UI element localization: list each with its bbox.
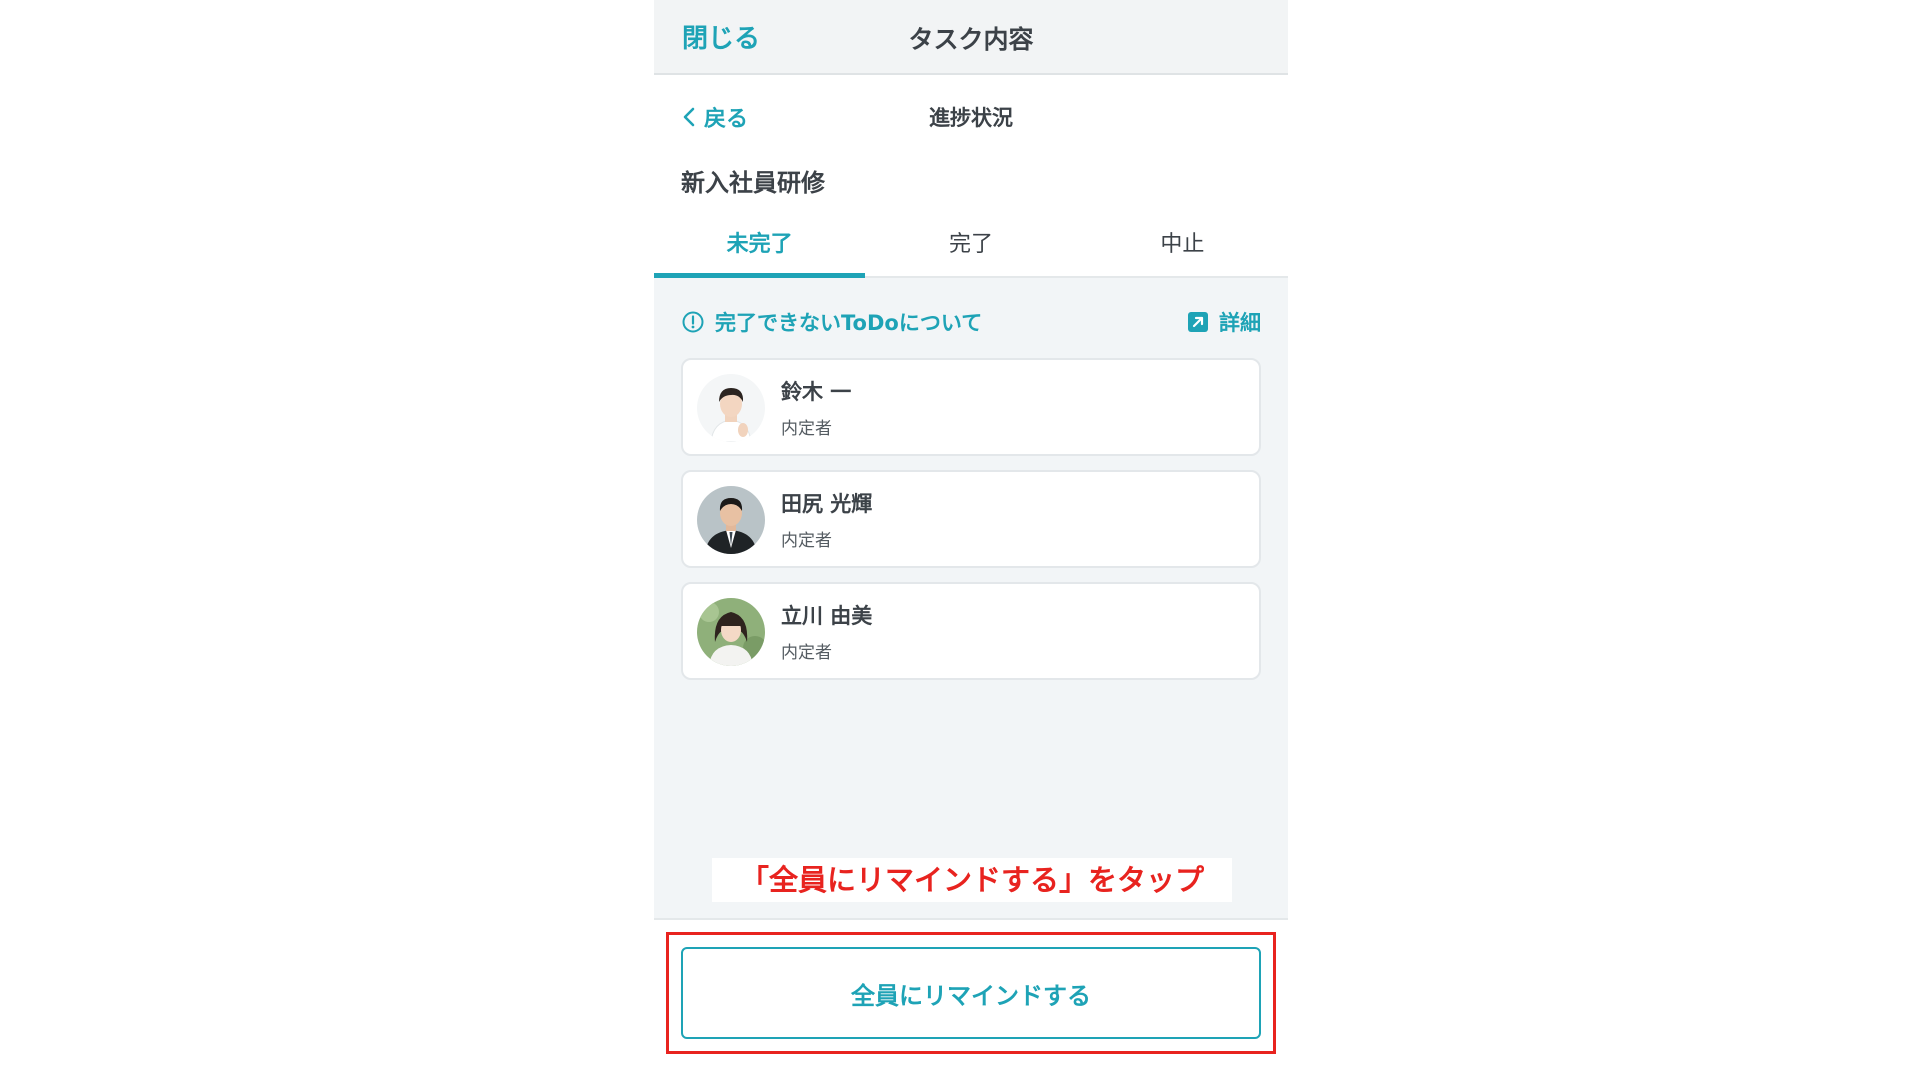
user-role: 内定者	[781, 419, 832, 439]
remind-all-button[interactable]: 全員にリマインドする	[681, 947, 1261, 1039]
status-tabs: 未完了 完了 中止	[654, 212, 1288, 278]
avatar	[697, 374, 765, 442]
todo-notice-link[interactable]: 完了できないToDoについて	[681, 307, 982, 337]
info-circle-icon	[682, 311, 704, 333]
sub-navigation: 戻る 進捗状況	[654, 77, 1288, 157]
detail-label: 詳細	[1219, 311, 1261, 335]
avatar-woman-icon	[697, 598, 765, 666]
instruction-annotation: 「全員にリマインドする」をタップ	[712, 858, 1232, 902]
external-link-icon	[1188, 312, 1208, 332]
list-item[interactable]: 立川 由美 内定者	[681, 582, 1261, 680]
notice-text: 完了できないToDoについて	[715, 311, 983, 335]
list-item[interactable]: 鈴木 一 内定者	[681, 358, 1261, 456]
user-role: 内定者	[781, 531, 832, 551]
tab-incomplete[interactable]: 未完了	[654, 212, 866, 278]
list-item[interactable]: 田尻 光輝 内定者	[681, 470, 1261, 568]
tab-cancelled[interactable]: 中止	[1077, 212, 1288, 276]
avatar	[697, 598, 765, 666]
user-name: 田尻 光輝	[781, 492, 873, 516]
page-title: 進捗状況	[929, 106, 1013, 130]
modal-header: 閉じる タスク内容	[654, 0, 1288, 75]
avatar-man-suit-icon	[697, 486, 765, 554]
avatar-man-white-shirt-icon	[697, 374, 765, 442]
phone-screen: 閉じる タスク内容 戻る 進捗状況 新入社員研修 未完了 完了 中止 完了できな…	[654, 0, 1288, 1080]
tab-complete[interactable]: 完了	[865, 212, 1076, 276]
avatar	[697, 486, 765, 554]
content-area: 完了できないToDoについて 詳細 鈴木 一 内定者 田尻 光輝 内定者 立川 …	[654, 278, 1288, 918]
user-list: 鈴木 一 内定者 田尻 光輝 内定者 立川 由美 内定者	[681, 358, 1261, 694]
user-role: 内定者	[781, 643, 832, 663]
user-name: 鈴木 一	[781, 380, 852, 404]
course-title: 新入社員研修	[681, 169, 825, 197]
modal-title: タスク内容	[908, 25, 1034, 54]
detail-link[interactable]: 詳細	[1187, 307, 1261, 337]
notice-row: 完了できないToDoについて 詳細	[681, 306, 1261, 338]
bottom-action-bar: 全員にリマインドする	[654, 918, 1288, 1080]
user-name: 立川 由美	[781, 604, 873, 628]
